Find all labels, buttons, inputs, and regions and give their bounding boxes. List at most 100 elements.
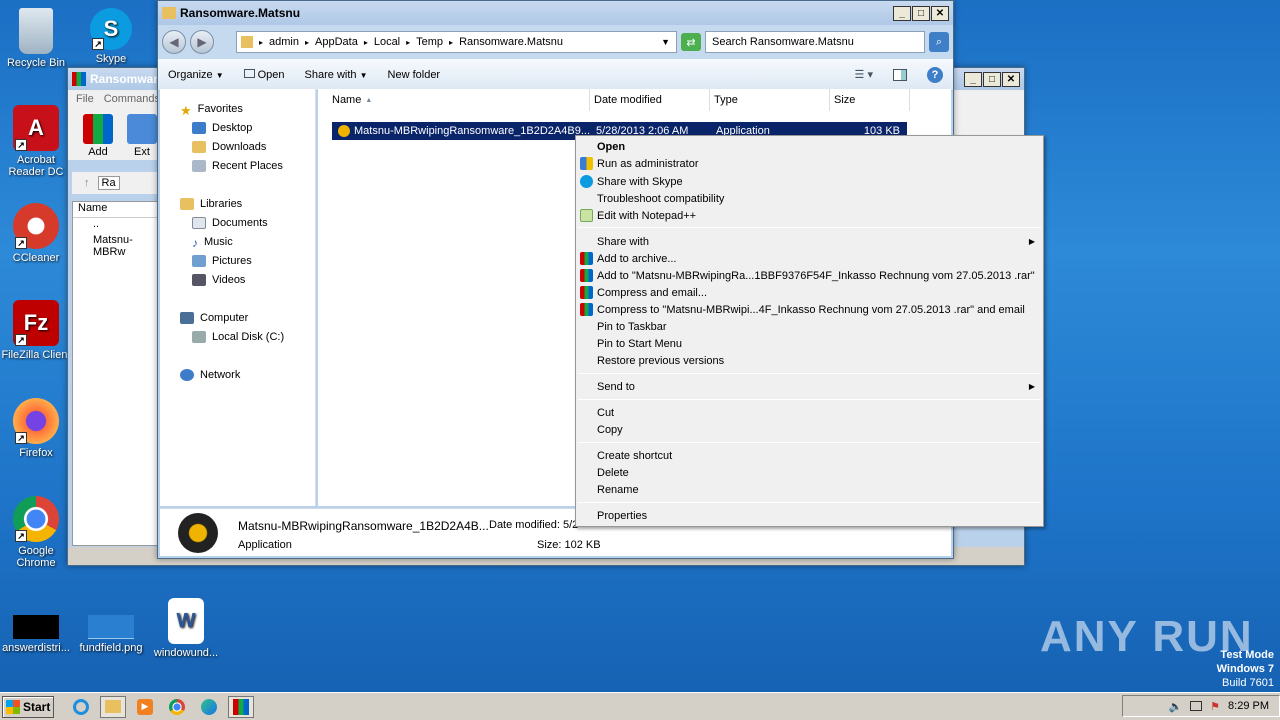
network-tray-icon[interactable]	[1190, 701, 1203, 711]
menu-item-properties[interactable]: Properties	[576, 507, 1043, 524]
menu-item-restore-versions[interactable]: Restore previous versions	[576, 352, 1043, 369]
forward-button[interactable]: ▶	[190, 30, 214, 54]
search-input[interactable]: Search Ransomware.Matsnu	[705, 31, 925, 53]
desktop-icon-windowund[interactable]: W windowund...	[150, 598, 222, 659]
nav-videos[interactable]: Videos	[192, 274, 245, 286]
desktop-icon-skype[interactable]: S ↗ Skype	[75, 8, 147, 65]
shortcut-arrow-icon: ↗	[15, 237, 27, 249]
desktop-icon-chrome[interactable]: ↗ Google Chrome	[0, 496, 72, 569]
menu-item-add-to-rar[interactable]: Add to "Matsnu-MBRwipingRa...1BBF9376F54…	[576, 267, 1043, 284]
nav-network[interactable]: Network	[180, 369, 240, 381]
menu-item-share-skype[interactable]: Share with Skype	[576, 173, 1043, 190]
list-item[interactable]: ..	[73, 218, 157, 234]
minimize-button[interactable]: _	[893, 5, 911, 21]
breadcrumb-item[interactable]: AppData	[315, 36, 358, 48]
share-with-button[interactable]: Share with ▼	[305, 69, 368, 81]
menu-item-pin-taskbar[interactable]: Pin to Taskbar	[576, 318, 1043, 335]
open-button[interactable]: Open	[243, 68, 285, 81]
preview-pane-icon[interactable]	[893, 68, 907, 81]
nav-music[interactable]: ♪ Music	[192, 236, 233, 250]
menu-separator	[578, 399, 1041, 400]
search-icon[interactable]: ⌕	[929, 32, 949, 52]
organize-button[interactable]: Organize ▼	[168, 69, 224, 81]
menu-item-compress-email[interactable]: Compress and email...	[576, 284, 1043, 301]
column-header-size[interactable]: Size	[830, 89, 910, 111]
winrar-path[interactable]: Ra	[97, 176, 120, 190]
breadcrumb-item[interactable]: Local	[374, 36, 400, 48]
winrar-taskbar-icon[interactable]	[228, 695, 254, 718]
menu-item-cut[interactable]: Cut	[576, 404, 1043, 421]
close-button[interactable]: ✕	[1002, 71, 1020, 87]
column-header-name[interactable]: Name ▲	[318, 89, 590, 111]
new-folder-button[interactable]: New folder	[388, 69, 441, 81]
start-button[interactable]: Start	[2, 695, 54, 718]
desktop-icon-recycle-bin[interactable]: Recycle Bin	[0, 8, 72, 69]
flag-icon[interactable]: ⚑	[1210, 700, 1220, 713]
edge-icon[interactable]	[196, 696, 222, 718]
desktop-icon-firefox[interactable]: ↗ Firefox	[0, 398, 72, 459]
add-button[interactable]: Add	[80, 114, 116, 158]
nav-computer[interactable]: Computer	[180, 312, 248, 324]
nav-local-disk[interactable]: Local Disk (C:)	[192, 331, 284, 343]
column-header-name[interactable]: Name	[73, 202, 157, 218]
nav-documents[interactable]: Documents	[192, 217, 268, 229]
clock[interactable]: 8:29 PM	[1228, 700, 1269, 712]
shortcut-arrow-icon: ↗	[15, 432, 27, 444]
menu-commands[interactable]: Commands	[104, 93, 160, 105]
column-label: Date modified	[594, 94, 662, 106]
column-label: Name	[332, 94, 362, 106]
menu-item-send-to[interactable]: Send to ▶	[576, 378, 1043, 395]
desktop-icon-filezilla[interactable]: Fz ↗ FileZilla Client	[0, 300, 72, 361]
refresh-button[interactable]: ⇄	[681, 33, 701, 51]
nav-recent-places[interactable]: Recent Places	[192, 160, 283, 172]
nav-desktop[interactable]: Desktop	[192, 122, 252, 134]
maximize-button[interactable]: □	[983, 71, 1001, 87]
view-options-icon[interactable]: ☰ ▾	[855, 68, 873, 81]
minimize-button[interactable]: _	[964, 71, 982, 87]
media-player-icon[interactable]: ▶	[132, 696, 158, 718]
menu-item-run-as-admin[interactable]: Run as administrator	[576, 155, 1043, 172]
menu-item-copy[interactable]: Copy	[576, 421, 1043, 438]
desktop-icon-answerdistri[interactable]: answerdistri...	[0, 615, 72, 654]
nav-pictures[interactable]: Pictures	[192, 255, 252, 267]
menu-item-create-shortcut[interactable]: Create shortcut	[576, 447, 1043, 464]
menu-item-troubleshoot[interactable]: Troubleshoot compatibility	[576, 190, 1043, 207]
extract-button[interactable]: Ext	[124, 114, 160, 158]
menu-item-delete[interactable]: Delete	[576, 464, 1043, 481]
desktop-icon-acrobat[interactable]: A ↗ Acrobat Reader DC	[0, 105, 72, 178]
menu-label: Copy	[597, 423, 623, 436]
menu-file[interactable]: File	[76, 93, 94, 105]
menu-item-open[interactable]: Open	[576, 138, 1043, 155]
breadcrumb-item[interactable]: admin	[269, 36, 299, 48]
volume-icon[interactable]: 🔈	[1168, 700, 1182, 713]
back-button[interactable]: ◀	[162, 30, 186, 54]
desktop-icon-ccleaner[interactable]: ↗ CCleaner	[0, 203, 72, 264]
list-item[interactable]: Matsnu-MBRw	[73, 234, 157, 258]
column-header-date[interactable]: Date modified	[590, 89, 710, 111]
breadcrumb-item[interactable]: Ransomware.Matsnu	[459, 36, 563, 48]
column-header-type[interactable]: Type	[710, 89, 830, 111]
address-bar[interactable]: ▸ admin ▸ AppData ▸ Local ▸ Temp ▸ Ranso…	[236, 31, 677, 53]
chrome-icon[interactable]	[164, 696, 190, 718]
menu-item-compress-to-email[interactable]: Compress to "Matsnu-MBRwipi...4F_Inkasso…	[576, 301, 1043, 318]
nav-libraries[interactable]: Libraries	[180, 198, 242, 210]
close-button[interactable]: ✕	[931, 5, 949, 21]
breadcrumb-item[interactable]: Temp	[416, 36, 443, 48]
address-dropdown-icon[interactable]: ▼	[661, 37, 670, 47]
desktop-icon-fundfield[interactable]: fundfield.png	[75, 615, 147, 654]
maximize-button[interactable]: □	[912, 5, 930, 21]
nav-favorites[interactable]: ★ Favorites	[180, 103, 243, 118]
up-arrow-icon[interactable]: ↑	[84, 177, 90, 189]
menu-item-add-archive[interactable]: Add to archive...	[576, 250, 1043, 267]
desktop-icon-label: Recycle Bin	[6, 57, 66, 69]
explorer-title-bar[interactable]: Ransomware.Matsnu _ □ ✕	[158, 1, 953, 25]
help-icon[interactable]: ?	[927, 66, 943, 83]
menu-item-pin-start[interactable]: Pin to Start Menu	[576, 335, 1043, 352]
ie-icon[interactable]	[68, 696, 94, 718]
menu-item-notepadpp[interactable]: Edit with Notepad++	[576, 207, 1043, 224]
menu-item-share-with[interactable]: Share with ▶	[576, 233, 1043, 250]
explorer-taskbar-icon[interactable]	[100, 695, 126, 718]
menu-item-rename[interactable]: Rename	[576, 481, 1043, 498]
nav-downloads[interactable]: Downloads	[192, 141, 266, 153]
file-name: Matsnu-MBRwipingRansomware_1B2D2A4B9...	[354, 125, 590, 137]
